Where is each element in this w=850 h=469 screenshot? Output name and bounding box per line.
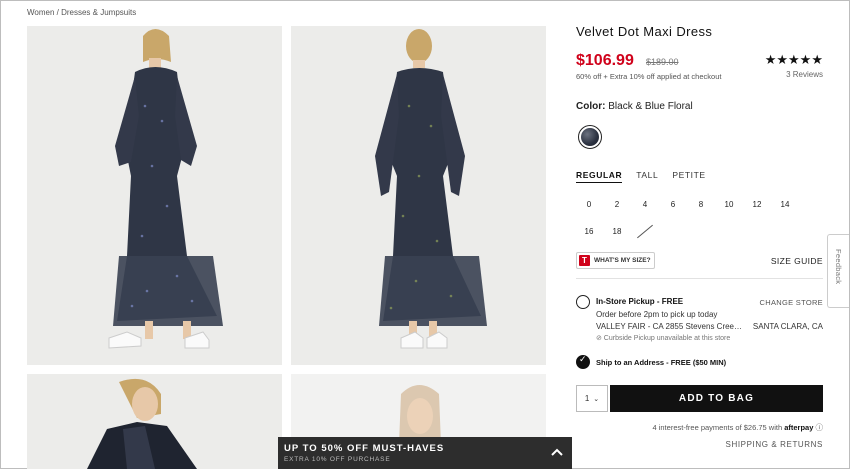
size-option[interactable]: 8 xyxy=(688,196,714,214)
original-price: $189.00 xyxy=(646,57,679,67)
product-image-back[interactable] xyxy=(291,26,546,365)
ship-title: Ship to an Address - FREE ($50 MIN) xyxy=(596,358,727,367)
shipping-returns-link[interactable]: SHIPPING & RETURNS xyxy=(726,440,823,449)
add-to-bag-button[interactable]: ADD TO BAG xyxy=(610,385,823,412)
afterpay-text: 4 interest-free payments of $26.75 with xyxy=(652,423,783,432)
divider xyxy=(576,278,823,279)
pickup-cutoff: Order before 2pm to pick up today xyxy=(596,310,718,319)
model-back-illustration xyxy=(291,26,546,365)
color-swatch[interactable] xyxy=(578,125,602,149)
size-option[interactable]: 0 xyxy=(576,196,602,214)
product-title: Velvet Dot Maxi Dress xyxy=(576,24,713,39)
ship-radio[interactable] xyxy=(576,355,590,369)
size-option[interactable]: 16 xyxy=(576,223,602,241)
chevron-up-icon[interactable] xyxy=(549,445,565,459)
product-image-front[interactable] xyxy=(27,26,282,365)
change-store-link[interactable]: CHANGE STORE xyxy=(760,298,823,307)
quantity-value: 1 xyxy=(584,394,590,403)
chevron-down-icon: ⌄ xyxy=(593,394,600,403)
promo-subline: EXTRA 10% OFF PURCHASE xyxy=(284,456,391,463)
size-option[interactable]: 18 xyxy=(604,223,630,241)
star-rating-icon[interactable]: ★★★★★ xyxy=(765,52,823,68)
model-front-illustration xyxy=(27,26,282,365)
size-option[interactable]: 4 xyxy=(632,196,658,214)
pickup-title: In-Store Pickup - FREE xyxy=(596,297,684,306)
promo-text: 60% off + Extra 10% off applied at check… xyxy=(576,72,722,81)
promo-banner[interactable]: UP TO 50% OFF MUST-HAVES EXTRA 10% OFF P… xyxy=(278,437,572,469)
size-option[interactable]: 14 xyxy=(772,196,798,214)
whats-my-size-button[interactable]: T WHAT'S MY SIZE? xyxy=(576,252,655,269)
breadcrumb[interactable]: Women / Dresses & Jumpsuits xyxy=(27,8,136,17)
afterpay-logo: afterpay xyxy=(784,423,814,432)
true-fit-icon: T xyxy=(579,255,590,266)
fit-tabs: REGULAR TALL PETITE xyxy=(576,170,706,183)
size-option-unavailable[interactable] xyxy=(632,223,658,241)
model-jacket-illustration xyxy=(27,374,282,469)
product-image-jacket[interactable] xyxy=(27,374,282,469)
pickup-store: VALLEY FAIR - CA 2855 Stevens Creek Blvd xyxy=(596,322,744,331)
tab-tall[interactable]: TALL xyxy=(636,170,658,183)
swatch-fill xyxy=(581,128,599,146)
quantity-select[interactable]: 1 ⌄ xyxy=(576,385,608,412)
afterpay-note: 4 interest-free payments of $26.75 with … xyxy=(652,422,823,433)
tab-petite[interactable]: PETITE xyxy=(672,170,705,183)
size-option[interactable]: 6 xyxy=(660,196,686,214)
size-option[interactable]: 12 xyxy=(744,196,770,214)
color-value: Black & Blue Floral xyxy=(608,101,693,112)
sale-price: $106.99 xyxy=(576,52,634,69)
size-guide-link[interactable]: SIZE GUIDE xyxy=(771,256,823,266)
color-label: Color: Black & Blue Floral xyxy=(576,101,693,112)
color-label-key: Color: xyxy=(576,101,606,112)
info-icon[interactable]: ⓘ xyxy=(816,423,824,432)
price-row: $106.99 $189.00 60% off + Extra 10% off … xyxy=(576,52,823,86)
promo-headline: UP TO 50% OFF MUST-HAVES xyxy=(284,443,445,454)
whats-my-size-label: WHAT'S MY SIZE? xyxy=(594,257,651,264)
curbside-note: ⊘ Curbside Pickup unavailable at this st… xyxy=(596,335,731,342)
reviews-link[interactable]: 3 Reviews xyxy=(786,70,823,79)
product-details: Velvet Dot Maxi Dress $106.99 $189.00 60… xyxy=(576,24,823,449)
pickup-city: SANTA CLARA, CA xyxy=(752,322,823,331)
tab-regular[interactable]: REGULAR xyxy=(576,170,623,183)
size-option[interactable]: 2 xyxy=(604,196,630,214)
size-option[interactable]: 10 xyxy=(716,196,742,214)
feedback-tab[interactable]: Feedback xyxy=(827,234,849,308)
pickup-radio[interactable] xyxy=(576,295,590,309)
feedback-label: Feedback xyxy=(834,249,843,285)
